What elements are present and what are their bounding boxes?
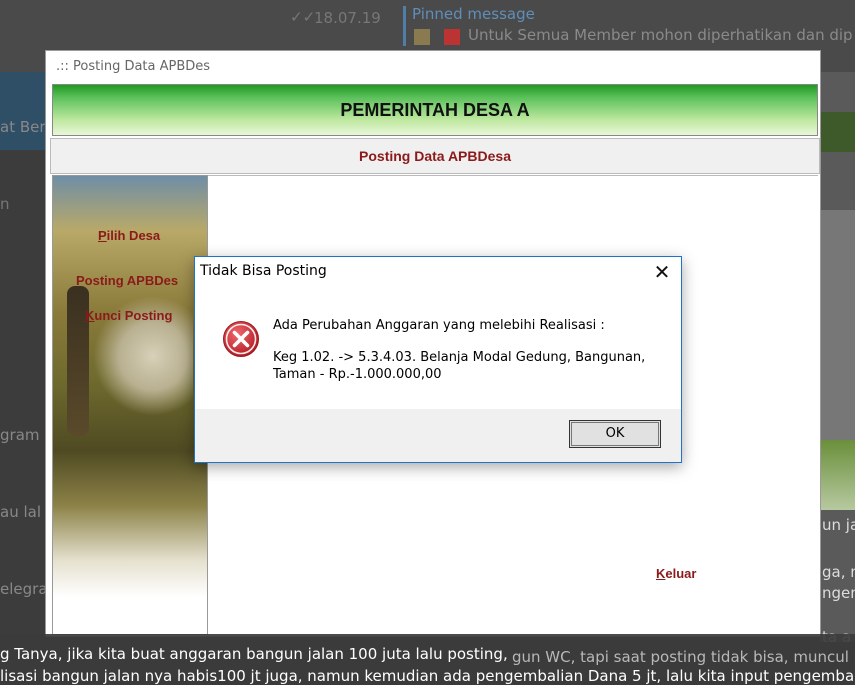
pin-emoji-icon xyxy=(414,29,430,45)
dialog-title: Tidak Bisa Posting xyxy=(200,263,327,279)
error-dialog: Tidak Bisa Posting ✕ Ada Perubahan Angga… xyxy=(194,256,682,463)
chat-snippet: au lal xyxy=(0,503,41,521)
error-icon xyxy=(223,321,259,357)
menu-label: ilih Desa xyxy=(106,228,161,243)
pinned-bar xyxy=(403,6,406,46)
chat-snippet: gun WC, tapi saat posting tidak bisa, mu… xyxy=(512,648,855,666)
chat-message-line: g Tanya, jika kita buat anggaran bangun … xyxy=(0,645,508,663)
menu-kunci-posting[interactable]: Kunci Posting xyxy=(85,308,172,323)
menu-posting-apbdes[interactable]: Posting APBDes xyxy=(76,273,178,288)
dialog-message-heading: Ada Perubahan Anggaran yang melebihi Rea… xyxy=(273,318,605,333)
chat-snippet: un ja xyxy=(822,516,855,534)
keluar-button[interactable]: Keluar xyxy=(656,566,696,581)
ok-button[interactable]: OK xyxy=(569,420,661,448)
subheader: Posting Data APBDesa xyxy=(50,138,820,174)
chat-snippet: n xyxy=(0,195,10,213)
menu-pilih-desa[interactable]: Pilih Desa xyxy=(98,228,160,243)
chat-snippet: at Ber xyxy=(0,118,46,136)
subheader-title: Posting Data APBDesa xyxy=(359,148,511,164)
message-timestamp: 18.07.19 xyxy=(314,9,381,27)
button-label: eluar xyxy=(665,566,697,581)
background-right-green xyxy=(820,112,855,152)
chat-snippet: gram xyxy=(0,426,40,444)
chat-snippet: ngem xyxy=(822,584,855,602)
dialog-message-detail: Keg 1.02. -> 5.3.4.03. Belanja Modal Ged… xyxy=(273,350,646,382)
accel-letter: K xyxy=(85,308,95,323)
chat-snippet: elegra xyxy=(0,580,48,598)
accel-letter: K xyxy=(656,566,666,581)
pinned-message-text[interactable]: Untuk Semua Member mohon diperhatikan da… xyxy=(468,26,853,44)
header-banner: PEMERINTAH DESA A xyxy=(52,84,818,136)
close-icon[interactable]: ✕ xyxy=(647,259,677,285)
window-title: .:: Posting Data APBDes xyxy=(56,59,211,74)
left-menu-panel: Pilih Desa Posting APBDes Kunci Posting xyxy=(52,175,208,635)
menu-label: Posting APBDes xyxy=(76,273,179,288)
background-right-picture xyxy=(820,440,855,510)
banner-title: PEMERINTAH DESA A xyxy=(340,100,530,120)
accel-letter: P xyxy=(98,228,107,243)
chat-message-line: lisasi bangun jalan nya habis100 jt juga… xyxy=(0,667,855,685)
menu-label: unci Posting xyxy=(94,308,173,323)
warning-emoji-icon xyxy=(444,29,460,45)
pinned-title[interactable]: Pinned message xyxy=(412,5,535,23)
background-left-selected xyxy=(0,72,48,150)
chat-snippet: ga, n xyxy=(822,563,855,581)
read-check-icon: ✓✓ xyxy=(290,8,316,26)
